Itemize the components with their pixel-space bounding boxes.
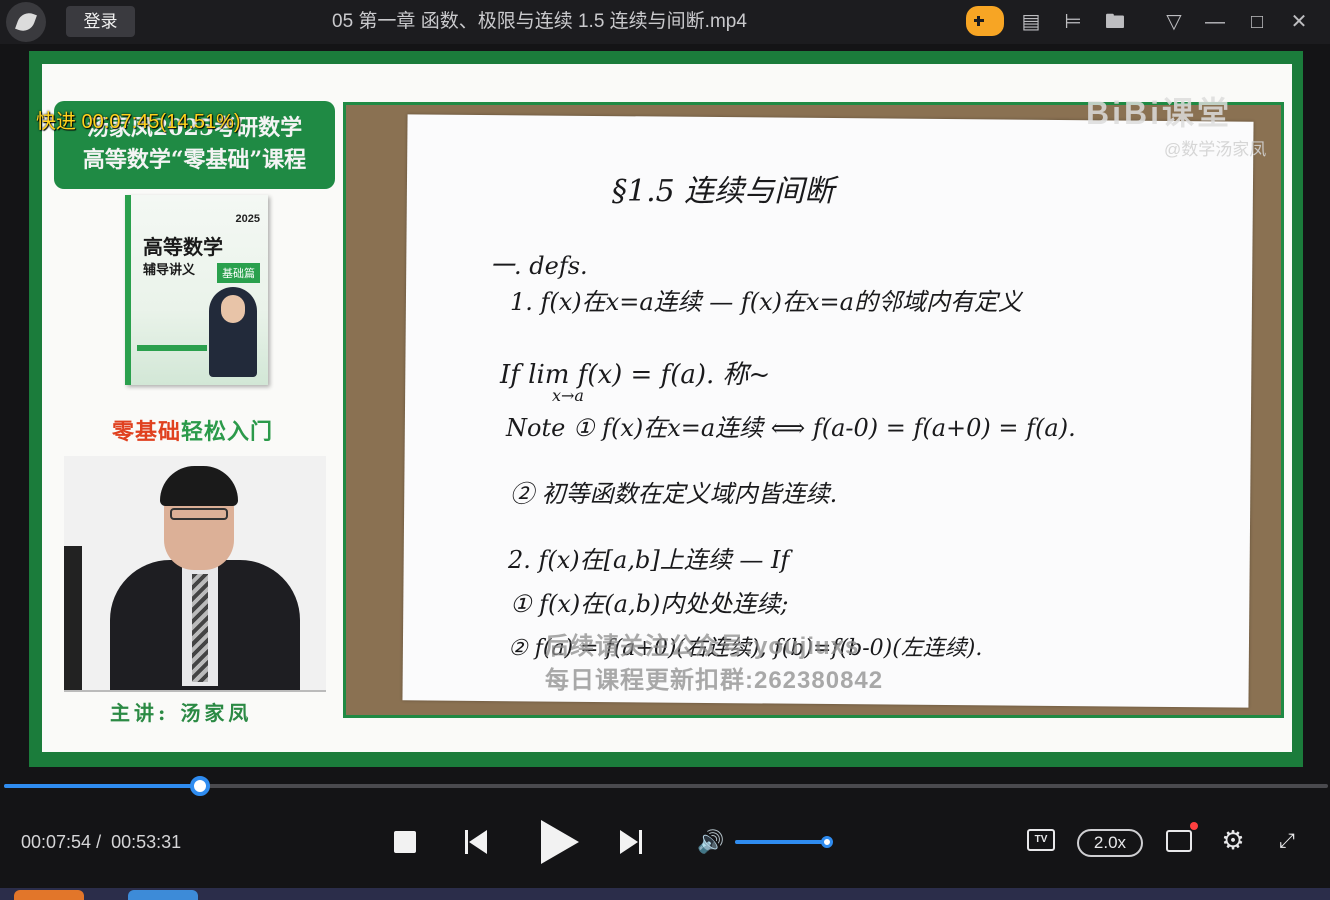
time-separator: /	[96, 832, 102, 852]
window-title: 05 第一章 函数、极限与连续 1.5 连续与间断.mp4	[332, 11, 747, 32]
progress-handle[interactable]	[190, 776, 210, 796]
notes-line1: 一. defs.	[490, 252, 588, 280]
teacher-hair	[160, 466, 238, 506]
tv-cast-icon[interactable]: TV	[1027, 829, 1055, 851]
book-year: 2025	[235, 213, 260, 225]
volume-handle[interactable]	[821, 836, 833, 848]
menu-icon[interactable]: ▽	[1160, 8, 1188, 36]
taskbar	[0, 888, 1330, 900]
play-button[interactable]	[541, 820, 581, 864]
notes-heading: §1.5 连续与间断	[612, 174, 835, 209]
fast-forward-indicator: 快进 00:07:45(14.51%)	[36, 111, 241, 133]
next-button[interactable]	[620, 830, 644, 854]
previous-button[interactable]	[465, 830, 489, 854]
title-bar: 登录 05 第一章 函数、极限与连续 1.5 连续与间断.mp4 ▤ ⊨ 🖿 ▽…	[0, 0, 1330, 44]
volume-icon[interactable]: 🔊	[697, 829, 724, 855]
minimize-icon[interactable]: —	[1201, 8, 1229, 36]
note-icon[interactable]: ▤	[1017, 8, 1045, 36]
book-cover: 2025 高等数学 辅导讲义 基础篇	[125, 195, 268, 385]
notes-line4: Note ① f(x)在x=a连续 ⟺ f(a-0) = f(a+0) = f(…	[506, 414, 1076, 442]
volume-fill	[735, 840, 827, 844]
notes-line3-limit: x→a	[552, 386, 584, 405]
close-icon[interactable]: ✕	[1285, 8, 1313, 36]
book-badge: 基础篇	[217, 263, 260, 283]
toolbox-icon[interactable]	[1166, 822, 1198, 852]
pin-icon[interactable]: ⊨	[1059, 8, 1087, 36]
book-stripe	[137, 345, 207, 351]
slogan: 零基础轻松入门	[112, 414, 273, 446]
taskbar-app-icon[interactable]	[128, 890, 198, 900]
current-time: 00:07:54	[21, 832, 92, 852]
gear-icon[interactable]: ⚙	[1219, 826, 1247, 854]
total-time: 00:53:31	[111, 832, 182, 852]
slogan-rest: 轻松入门	[181, 419, 274, 445]
taskbar-app-icon[interactable]	[14, 890, 84, 900]
fullscreen-icon[interactable]: ⤢	[1274, 828, 1300, 854]
login-button[interactable]: 登录	[66, 6, 135, 37]
notes-line6: 2. f(x)在[a,b]上连续 — If	[508, 546, 790, 574]
lecturer-name: 主讲: 汤家凤	[110, 701, 253, 725]
teacher-video	[64, 456, 326, 692]
stop-button[interactable]	[394, 831, 416, 853]
maximize-icon[interactable]: □	[1243, 8, 1271, 36]
microphone-stand	[64, 546, 82, 690]
app-logo-icon[interactable]	[6, 2, 46, 42]
teacher-tie	[192, 574, 208, 682]
speed-button[interactable]: 2.0x	[1077, 829, 1143, 857]
notes-line3: If lim f(x) = f(a). 称~	[500, 360, 771, 390]
brand-watermark: BiBi课堂	[1086, 95, 1233, 131]
time-display: 00:07:54 / 00:53:31	[21, 832, 181, 853]
progress-fill	[4, 784, 200, 788]
course-title-line2: 高等数学“零基础”课程	[82, 147, 307, 173]
brand-user: @数学汤家凤	[1164, 140, 1267, 159]
game-icon[interactable]	[966, 6, 1004, 36]
book-title: 高等数学	[143, 235, 223, 259]
book-subtitle: 辅导讲义	[143, 262, 196, 277]
watermark-line2: 每日课程更新扣群:262380842	[545, 667, 884, 694]
slogan-highlight: 零基础	[112, 419, 182, 445]
folder-icon[interactable]: 🖿	[1101, 8, 1129, 36]
teacher-glasses	[170, 508, 228, 520]
notes-line7: ① f(x)在(a,b)内处处连续;	[510, 590, 789, 618]
watermark-line1: 后续请关注公众号:youjiuxs	[545, 633, 860, 660]
book-author-photo	[209, 287, 257, 377]
notes-line5: ② 初等函数在定义域内皆连续.	[510, 480, 838, 508]
notes-line2: 1. f(x)在x=a连续 — f(x)在x=a的邻域内有定义	[510, 288, 1022, 316]
